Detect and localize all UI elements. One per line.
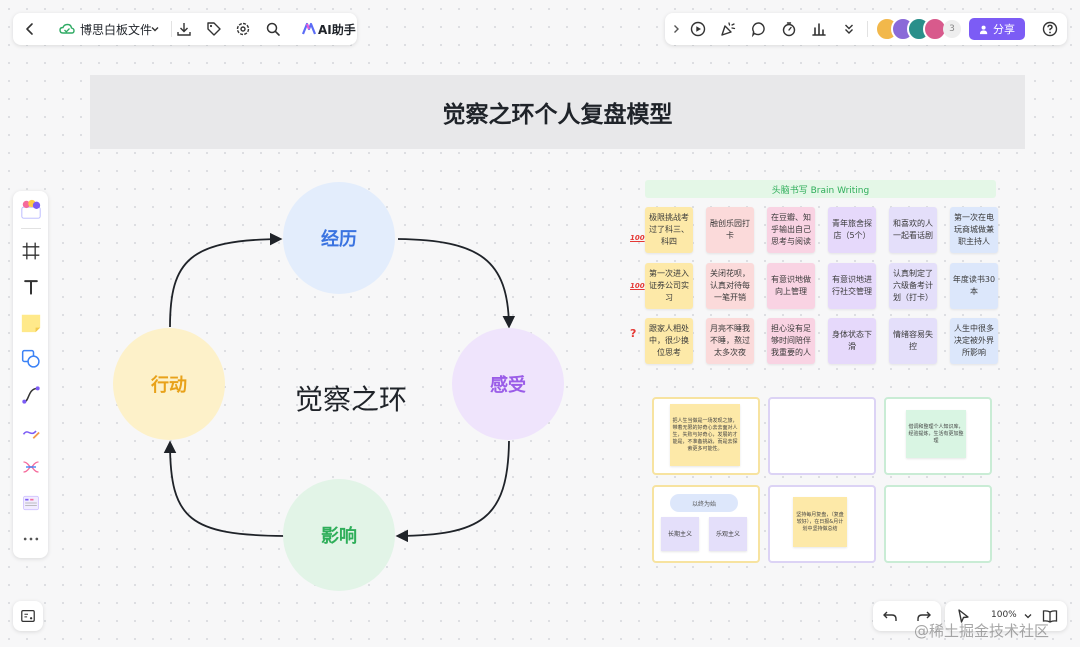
- brainwriting-header-label: 头脑书写 Brain Writing: [771, 185, 870, 196]
- node-feeling[interactable]: 感受: [452, 328, 564, 440]
- title-banner[interactable]: 觉察之环个人复盘模型: [90, 75, 1025, 149]
- node-impact[interactable]: 影响: [283, 479, 395, 591]
- sticky-note[interactable]: 年度读书30本: [950, 263, 998, 309]
- timer-icon[interactable]: [778, 18, 800, 40]
- ai-logo-icon: [298, 18, 320, 40]
- sticky-note[interactable]: 担心没有足够时间陪伴我重要的人: [767, 318, 815, 364]
- toolbar-divider: [171, 21, 172, 37]
- toolbar-divider: [867, 21, 868, 37]
- share-user-icon: [979, 25, 988, 34]
- more-icon[interactable]: [19, 527, 43, 551]
- sticky-note-icon[interactable]: [19, 311, 43, 335]
- sticky-note[interactable]: 有意识地做向上管理: [767, 263, 815, 309]
- connector-icon[interactable]: [19, 383, 43, 407]
- node-feeling-label: 感受: [490, 375, 526, 396]
- sticky-note[interactable]: 跟家人相处中，很少换位思考: [645, 318, 693, 364]
- shape-tool-icon[interactable]: [19, 347, 43, 371]
- row-mark: ?: [630, 327, 637, 340]
- sticky-note[interactable]: 青年旅舍探店（5个）: [828, 207, 876, 253]
- back-arrow-icon[interactable]: [19, 18, 41, 40]
- watermark: @稀土掘金技术社区: [914, 622, 1050, 640]
- file-name[interactable]: 博思白板文件: [80, 21, 152, 38]
- brainwriting-header[interactable]: 头脑书写 Brain Writing: [645, 180, 996, 198]
- gear-icon[interactable]: [232, 18, 254, 40]
- tag-icon[interactable]: [203, 18, 225, 40]
- frame-4-pill-label: 以终为始: [691, 500, 716, 508]
- frame-6[interactable]: [884, 485, 992, 563]
- minimap-button[interactable]: [13, 601, 43, 631]
- node-experience[interactable]: 经历: [283, 182, 395, 294]
- share-button[interactable]: 分享: [969, 18, 1025, 40]
- page-title: 觉察之环个人复盘模型: [442, 102, 673, 128]
- top-left-toolbar: 博思白板文件 AI助手: [13, 13, 357, 45]
- frame-3-note[interactable]: 借调和整理个人知识库，经验提炼，生活有更加整理: [906, 410, 966, 458]
- arrow-experience-to-feeling: [397, 238, 516, 329]
- frame-2[interactable]: [768, 397, 876, 475]
- node-action[interactable]: 行动: [113, 328, 225, 440]
- sticky-note[interactable]: 融创乐园打卡: [706, 207, 754, 253]
- cycle-center-label[interactable]: 觉察之环: [295, 378, 407, 418]
- comment-icon[interactable]: [748, 18, 770, 40]
- double-chevron-down-icon[interactable]: [838, 18, 860, 40]
- frame-4-pill[interactable]: 以终为始: [670, 494, 738, 512]
- sticky-note[interactable]: 有意识地进行社交管理: [828, 263, 876, 309]
- sticky-note[interactable]: 关闭花呗，认真对待每一笔开销: [706, 263, 754, 309]
- arrow-action-to-experience: [169, 232, 283, 328]
- sticky-note[interactable]: 极限挑战考过了科三、科四: [645, 207, 693, 253]
- node-action-label: 行动: [151, 375, 187, 396]
- celebrate-icon[interactable]: [717, 18, 739, 40]
- sticky-note[interactable]: 认真制定了六级备考计划（打卡）: [889, 263, 937, 309]
- frame-4-note-left[interactable]: 长期主义: [661, 517, 699, 551]
- avatar-count[interactable]: 3: [943, 20, 961, 38]
- arrow-impact-to-action: [163, 440, 285, 537]
- frame-1-note[interactable]: 把人生当做是一场发现之旅，带着无限的好奇心去去面对人生，失败与好奇心，发展的才能…: [670, 404, 740, 466]
- present-play-icon[interactable]: [687, 18, 709, 40]
- pen-icon[interactable]: [19, 419, 43, 443]
- ai-assistant-label[interactable]: AI助手: [318, 21, 356, 38]
- sticky-note[interactable]: 月亮不睡我不睡，熬过太多次夜: [706, 318, 754, 364]
- sticky-note[interactable]: 在豆瓣、知乎输出自己思考与阅读: [767, 207, 815, 253]
- sticky-note[interactable]: 和喜欢的人一起看话剧: [889, 207, 937, 253]
- top-right-toolbar: 3 分享: [665, 13, 1067, 45]
- search-icon[interactable]: [262, 18, 284, 40]
- text-tool-icon[interactable]: [19, 275, 43, 299]
- minimap-icon: [21, 610, 35, 622]
- download-icon[interactable]: [173, 18, 195, 40]
- chevron-right-icon[interactable]: [665, 18, 687, 40]
- sticky-note[interactable]: 第一次进入证券公司实习: [645, 263, 693, 309]
- sticky-note[interactable]: 人生中很多决定被外界所影响: [950, 318, 998, 364]
- mindmap-icon[interactable]: [19, 455, 43, 479]
- frame-icon[interactable]: [19, 239, 43, 263]
- node-experience-label: 经历: [321, 229, 357, 250]
- help-icon[interactable]: [1039, 18, 1061, 40]
- share-label: 分享: [993, 23, 1015, 36]
- node-impact-label: 影响: [321, 526, 357, 547]
- frame-4-note-right[interactable]: 乐观主义: [709, 517, 747, 551]
- arrow-feeling-to-impact: [395, 440, 510, 543]
- undo-icon[interactable]: [879, 605, 901, 627]
- cloud-sync-icon: [56, 18, 78, 40]
- sticky-note[interactable]: 第一次在电玩商城做兼职主持人: [950, 207, 998, 253]
- vote-chart-icon[interactable]: [808, 18, 830, 40]
- frame-5-note[interactable]: 坚持每月复盘，（复盘较好），在日报&月计划中坚持做总结: [793, 497, 847, 547]
- row-mark: 100: [630, 234, 645, 242]
- sticky-note[interactable]: 情绪容易失控: [889, 318, 937, 364]
- template-icon[interactable]: [19, 197, 43, 221]
- sticky-note[interactable]: 身体状态下滑: [828, 318, 876, 364]
- chevron-down-icon[interactable]: [144, 18, 166, 40]
- zoom-level[interactable]: 100%: [991, 610, 1017, 620]
- table-icon[interactable]: [19, 491, 43, 515]
- palette-divider: [21, 228, 41, 229]
- row-mark: 100: [630, 282, 645, 290]
